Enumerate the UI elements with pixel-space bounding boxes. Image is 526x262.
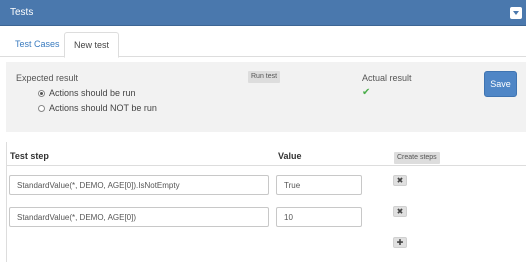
save-button[interactable]: Save [484, 71, 517, 97]
run-test-button[interactable]: Run test [248, 71, 281, 83]
create-steps-button[interactable]: Create steps [394, 152, 440, 164]
check-icon: ✔ [362, 87, 371, 98]
test-config-panel: Expected result Actions should be run Ac… [6, 62, 526, 132]
table-header: Test step Value Create steps [7, 142, 526, 166]
option-actions-not-run[interactable]: Actions should NOT be run [38, 103, 157, 113]
option-label: Actions should NOT be run [49, 103, 157, 113]
tab-test-cases[interactable]: Test Cases [6, 32, 69, 57]
add-step-icon[interactable]: ✚ [393, 237, 407, 248]
value-input[interactable] [276, 175, 362, 195]
test-steps-table: Test step Value Create steps ✖ ✖ ✚ [6, 142, 526, 262]
panel-header: Tests [0, 0, 526, 26]
actual-result-label: Actual result [362, 73, 412, 83]
delete-step-icon[interactable]: ✖ [393, 206, 407, 217]
tab-new-test[interactable]: New test [64, 32, 120, 58]
expected-result-label: Expected result [16, 73, 79, 83]
value-input[interactable] [276, 207, 362, 227]
option-label: Actions should be run [49, 88, 136, 98]
tab-bar: Test Cases New test [0, 32, 526, 58]
test-step-input[interactable] [9, 175, 269, 195]
radio-button-selected[interactable] [38, 90, 45, 97]
option-actions-run[interactable]: Actions should be run [38, 88, 136, 98]
test-step-input[interactable] [9, 207, 269, 227]
collapse-icon[interactable] [510, 7, 522, 19]
column-header-value: Value [278, 151, 302, 161]
radio-button[interactable] [38, 105, 45, 112]
column-header-test-step: Test step [10, 151, 49, 161]
panel-title: Tests [10, 7, 34, 18]
delete-step-icon[interactable]: ✖ [393, 175, 407, 186]
